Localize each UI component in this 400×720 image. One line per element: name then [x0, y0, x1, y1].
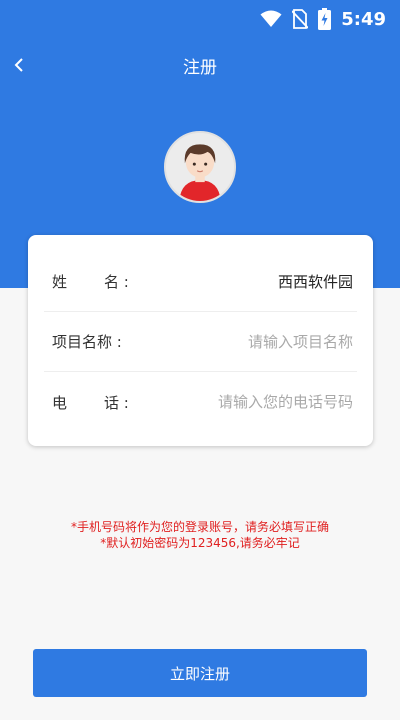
no-sim-icon: [292, 9, 309, 29]
project-row: 项目名称 :: [44, 312, 357, 372]
phone-input[interactable]: [140, 393, 357, 411]
phone-label: 电 话 :: [52, 393, 129, 412]
name-value: 西西软件园: [277, 273, 353, 291]
phone-row: 电 话 :: [44, 372, 357, 432]
user-avatar-icon: [166, 133, 234, 201]
status-time: 5:49: [341, 8, 386, 30]
back-button[interactable]: [6, 52, 32, 78]
notice-line-1: *手机号码将作为您的登录账号，请务必填写正确: [70, 520, 329, 534]
notice-line-2: *默认初始密码为123456,请务必牢记: [100, 536, 300, 550]
navigation-bar: 注册: [0, 44, 400, 86]
notice-text: *手机号码将作为您的登录账号，请务必填写正确 *默认初始密码为123456,请务…: [0, 519, 400, 551]
project-label: 项目名称 :: [52, 333, 122, 351]
registration-form-card: 姓 名 : 西西软件园 项目名称 : 电 话 :: [28, 235, 373, 446]
name-row: 姓 名 : 西西软件园: [44, 252, 357, 312]
name-label: 姓 名 :: [52, 273, 129, 291]
chevron-left-icon: [14, 58, 23, 72]
register-button[interactable]: 立即注册: [33, 649, 367, 697]
status-bar: 5:49: [0, 0, 400, 38]
battery-charging-icon: [318, 8, 332, 30]
wifi-icon: [260, 10, 282, 28]
page-title: 注册: [183, 57, 217, 78]
project-name-input[interactable]: [140, 332, 357, 351]
avatar[interactable]: [164, 131, 236, 203]
